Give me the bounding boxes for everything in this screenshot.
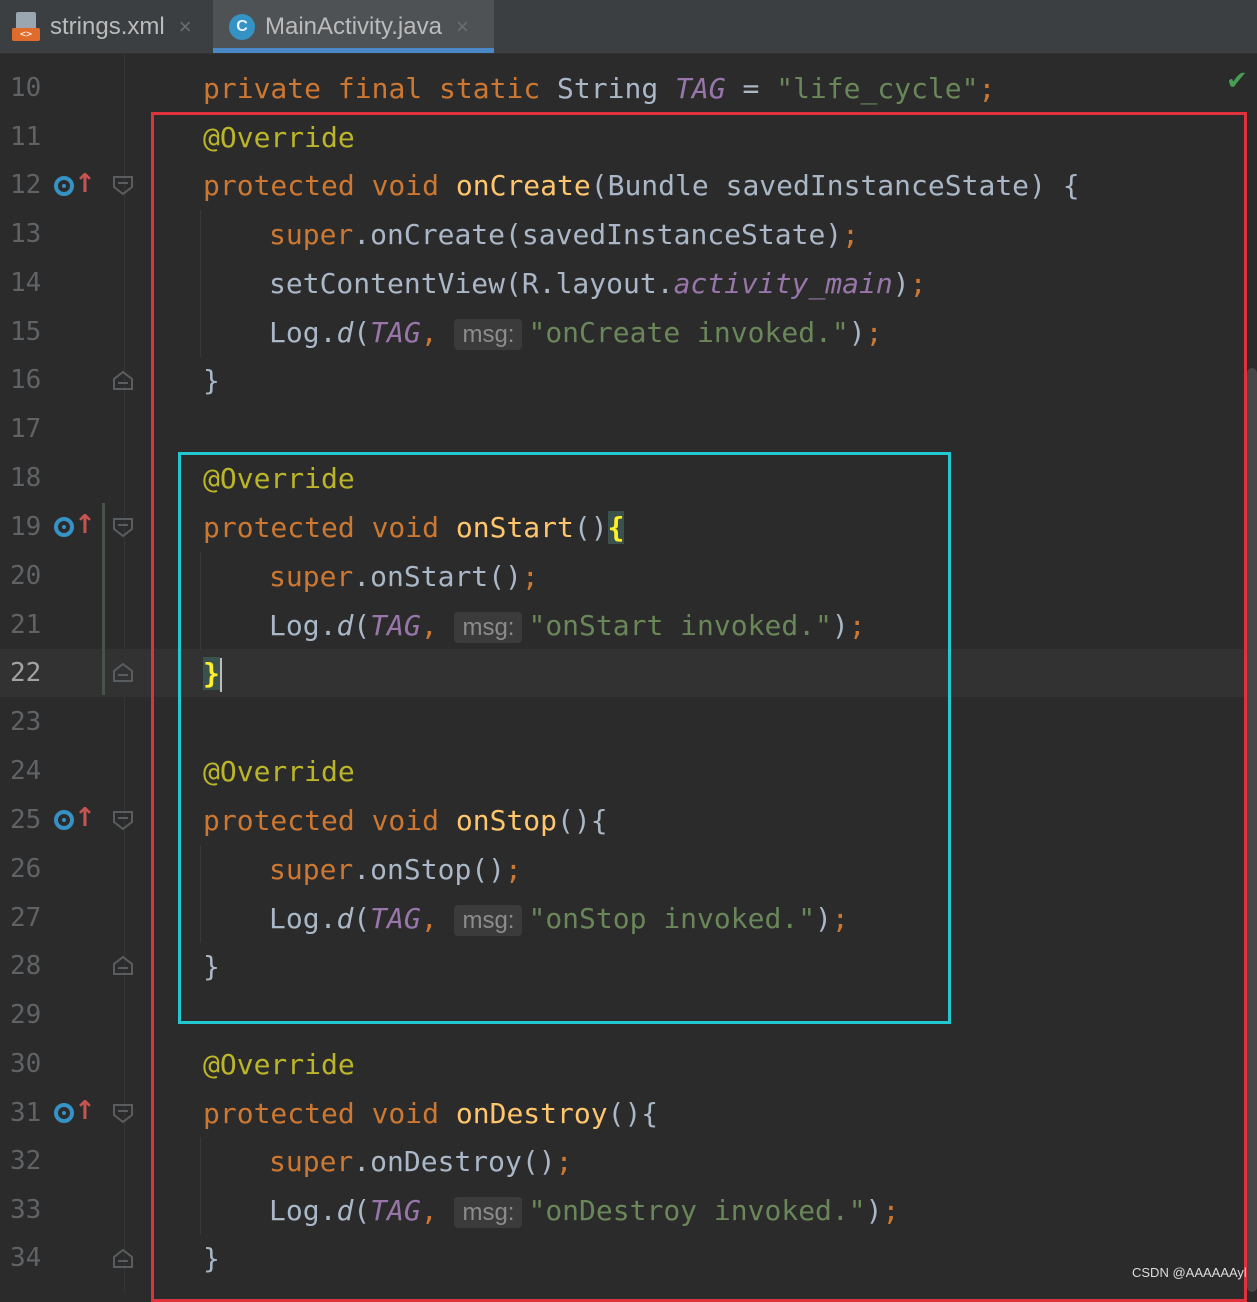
vertical-scrollbar[interactable] bbox=[1247, 368, 1257, 1292]
line-number: 13 bbox=[10, 219, 42, 249]
code-line[interactable]: 10 private final static String TAG = "li… bbox=[0, 64, 1244, 113]
line-number: 34 bbox=[10, 1243, 42, 1273]
line-number: 17 bbox=[10, 414, 42, 444]
line-number: 22 bbox=[10, 658, 42, 688]
line-number: 23 bbox=[10, 707, 42, 737]
line-number: 24 bbox=[10, 756, 42, 786]
close-icon[interactable]: × bbox=[456, 14, 469, 40]
line-number: 19 bbox=[10, 512, 42, 542]
tab-mainactivity-java[interactable]: C MainActivity.java × bbox=[213, 0, 494, 53]
java-class-icon: C bbox=[229, 13, 255, 40]
close-icon[interactable]: × bbox=[179, 14, 192, 40]
line-number: 26 bbox=[10, 854, 42, 884]
watermark: CSDN @AAAAAAyl bbox=[1132, 1265, 1247, 1280]
xml-file-icon: <> bbox=[12, 11, 40, 42]
code-text: private final static String TAG = "life_… bbox=[203, 72, 996, 105]
tab-strings-xml[interactable]: <> strings.xml × bbox=[12, 0, 192, 53]
line-number: 25 bbox=[10, 805, 42, 835]
editor-tab-bar: <> strings.xml × C MainActivity.java × bbox=[0, 0, 1257, 54]
line-number: 18 bbox=[10, 463, 42, 493]
line-number: 12 bbox=[10, 170, 42, 200]
tab-label: MainActivity.java bbox=[265, 12, 442, 40]
tab-label: strings.xml bbox=[50, 12, 165, 40]
line-number: 31 bbox=[10, 1098, 42, 1128]
highlight-box-cyan bbox=[178, 452, 951, 1024]
line-number: 16 bbox=[10, 365, 42, 395]
line-number: 30 bbox=[10, 1049, 42, 1079]
line-number: 21 bbox=[10, 610, 42, 640]
line-number: 10 bbox=[10, 73, 42, 103]
line-number: 15 bbox=[10, 317, 42, 347]
line-number: 32 bbox=[10, 1146, 42, 1176]
line-number: 11 bbox=[10, 122, 42, 152]
line-number: 28 bbox=[10, 951, 42, 981]
line-number: 14 bbox=[10, 268, 42, 298]
line-number: 29 bbox=[10, 1000, 42, 1030]
line-number: 20 bbox=[10, 561, 42, 591]
line-number: 27 bbox=[10, 903, 42, 933]
line-number: 33 bbox=[10, 1195, 42, 1225]
